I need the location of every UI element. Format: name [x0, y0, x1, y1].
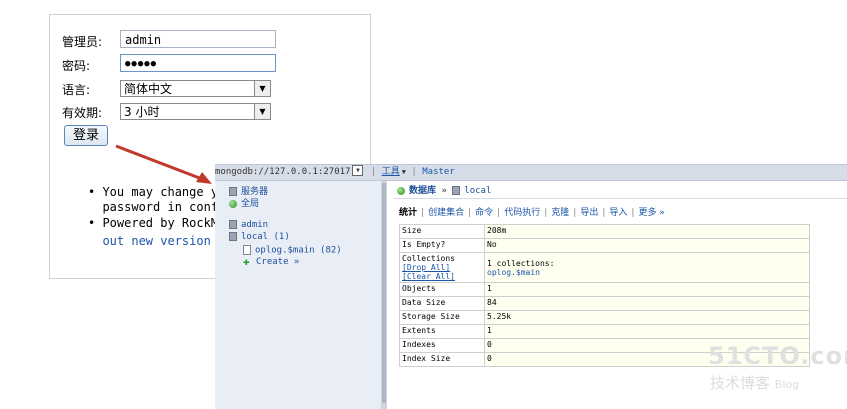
admin-input[interactable]: admin	[120, 30, 276, 48]
stat-key: Size	[399, 224, 485, 239]
menu-import[interactable]: 导入	[609, 208, 627, 218]
stat-key: Index Size	[399, 352, 485, 367]
chevron-down-icon: ▼	[254, 104, 270, 119]
globe-icon	[397, 186, 405, 195]
stat-key: Data Size	[399, 296, 485, 311]
stat-value: 5.25k	[484, 310, 810, 325]
table-row: Objects 1	[399, 282, 810, 297]
menu-export[interactable]: 导出	[580, 208, 598, 218]
stat-value: 84	[484, 296, 810, 311]
sidebar-item-admin[interactable]: admin	[229, 220, 268, 230]
login-button[interactable]: 登录	[64, 125, 108, 146]
host-label: mongodb://127.0.0.1:27017	[215, 167, 351, 177]
stat-value: 1	[484, 282, 810, 297]
stat-key: Collections [Drop All] [Clear All]	[399, 252, 485, 283]
sidebar: 服务器 全局 admin local (1) oplog.$main (82) …	[215, 181, 387, 409]
language-value: 简体中文	[124, 82, 173, 96]
note-line-4[interactable]: out new version	[88, 234, 210, 248]
sidebar-item-collection[interactable]: oplog.$main (82)	[243, 245, 342, 256]
menu-command[interactable]: 命令	[475, 208, 493, 218]
stat-key-label: Collections	[402, 254, 455, 263]
table-row: Size 208m	[399, 224, 810, 239]
menu-create-collection[interactable]: 创建集合	[428, 208, 464, 218]
red-arrow	[115, 144, 212, 184]
table-row: Extents 1	[399, 324, 810, 339]
sidebar-item-label: Create »	[256, 257, 300, 267]
plus-icon: ✚	[243, 255, 250, 268]
scrollbar-thumb[interactable]	[382, 183, 386, 403]
stat-value: 1	[484, 324, 810, 339]
stat-key: Storage Size	[399, 310, 485, 325]
drop-all-link[interactable]: [Drop All]	[402, 263, 482, 272]
stat-value: 208m	[484, 224, 810, 239]
sidebar-item-label: admin	[241, 220, 269, 230]
menu-more[interactable]: 更多 »	[638, 208, 664, 218]
menu-clone[interactable]: 克隆	[551, 208, 569, 218]
stat-key: Objects	[399, 282, 485, 297]
breadcrumb: 数据库 » local	[397, 183, 491, 196]
table-row: Is Empty? No	[399, 238, 810, 253]
watermark-logo: 51CTO.com	[708, 342, 847, 370]
breadcrumb-current: local	[464, 186, 492, 196]
table-row: Collections [Drop All] [Clear All] 1 col…	[399, 252, 810, 283]
stat-key: Extents	[399, 324, 485, 339]
table-row: Data Size 84	[399, 296, 810, 311]
sidebar-item-overview[interactable]: 全局	[229, 196, 259, 209]
top-bar: mongodb://127.0.0.1:27017 ▼ | 工具 ▼ | Maste…	[215, 164, 847, 181]
database-icon	[229, 232, 237, 241]
master-label: Master	[422, 167, 455, 177]
table-row: Storage Size 5.25k	[399, 310, 810, 325]
collection-icon	[243, 245, 251, 255]
tools-menu[interactable]: 工具	[382, 165, 400, 180]
expiry-select[interactable]: 3 小时 ▼	[120, 103, 271, 120]
divider	[393, 198, 847, 199]
stat-key: Indexes	[399, 338, 485, 353]
admin-label: 管理员:	[62, 35, 103, 49]
collection-link[interactable]: oplog.$main	[487, 268, 807, 277]
language-label: 语言:	[62, 83, 91, 97]
chevron-down-icon: ▼	[254, 81, 270, 96]
stat-value: 1 collections: oplog.$main	[484, 252, 810, 283]
sidebar-item-create[interactable]: ✚ Create »	[243, 255, 300, 268]
globe-icon	[229, 199, 237, 208]
collections-count: 1 collections:	[487, 258, 555, 268]
watermark-blog: Blog	[774, 378, 800, 391]
watermark-subtitle: 技术博客 Blog	[710, 372, 799, 393]
database-icon	[452, 186, 461, 195]
server-icon	[229, 187, 237, 196]
stat-value: No	[484, 238, 810, 253]
sidebar-item-label: oplog.$main (82)	[255, 245, 342, 256]
watermark-text: 技术博客	[710, 374, 771, 392]
watermark: 51CTO.com 技术博客 Blog	[708, 342, 847, 397]
password-input[interactable]: ●●●●●	[120, 54, 276, 72]
host-select[interactable]: ▼	[352, 165, 364, 176]
note-line-3: • Powered by RockM	[88, 216, 219, 230]
stat-key: Is Empty?	[399, 238, 485, 253]
clear-all-link[interactable]: [Clear All]	[402, 272, 482, 281]
expiry-label: 有效期:	[62, 106, 103, 120]
sidebar-item-label: local (1)	[241, 232, 290, 242]
note-line-2: password in conf	[88, 200, 219, 214]
db-menu: 统计 | 创建集合 | 命令 | 代码执行 | 克隆 | 导出 | 导入 | 更多 »	[399, 208, 665, 218]
breadcrumb-separator: »	[441, 186, 447, 196]
expiry-value: 3 小时	[124, 105, 160, 119]
menu-stats[interactable]: 统计	[399, 208, 417, 218]
password-label: 密码:	[62, 59, 91, 73]
language-select[interactable]: 简体中文 ▼	[120, 80, 271, 97]
database-icon	[229, 220, 237, 229]
breadcrumb-databases[interactable]: 数据库	[409, 186, 436, 196]
sidebar-item-label: 全局	[241, 199, 260, 209]
sidebar-item-local[interactable]: local (1)	[229, 232, 290, 242]
menu-execute[interactable]: 代码执行	[504, 208, 540, 218]
